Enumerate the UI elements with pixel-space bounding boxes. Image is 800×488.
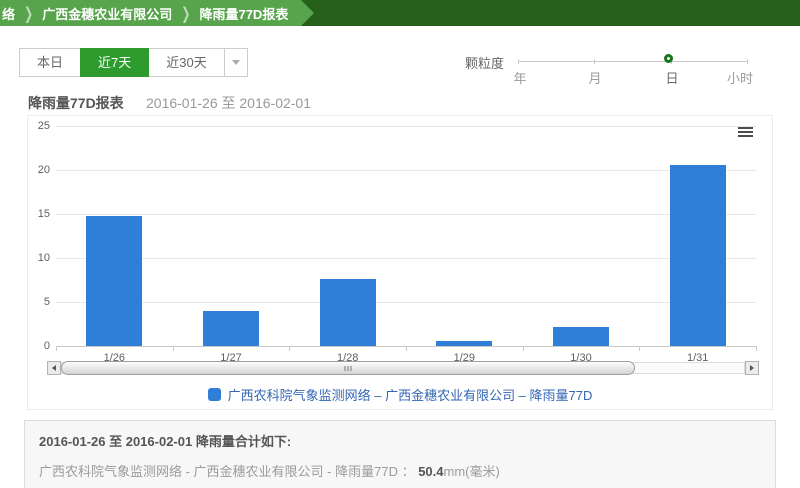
granularity-slider-handle[interactable] [664,54,673,63]
breadcrumb-bar: 络 ❯ 广西金穗农业有限公司 ❯ 降雨量77D报表 [0,0,800,26]
today-button[interactable]: 本日 [19,48,81,77]
caret-down-icon [232,60,240,65]
period-button-group: 本日 近7天 近30天 [20,48,248,77]
gridline [56,214,756,215]
y-axis-tick-label: 10 [28,252,50,264]
x-axis-tick-label: 1/29 [454,352,475,364]
x-axis-tick-label: 1/28 [337,352,358,364]
y-axis-tick-label: 15 [28,208,50,220]
breadcrumb-item-company[interactable]: 广西金穗农业有限公司 [42,4,172,23]
granularity-slider[interactable] [518,61,748,62]
report-date-range: 2016-01-26 至 2016-02-01 [146,93,311,113]
x-axis-tick [56,346,57,351]
y-axis-tick-label: 25 [28,120,50,132]
legend-label: 广西农科院气象监测网络 – 广西金穗农业有限公司 – 降雨量77D [228,385,593,404]
x-axis-tick-label: 1/31 [687,352,708,364]
chart-bar[interactable] [436,341,492,346]
arrow-right-icon [750,365,754,371]
breadcrumb-item-network[interactable]: 络 [2,4,15,23]
breadcrumb-item-report[interactable]: 降雨量77D报表 [199,4,288,23]
page-title: 降雨量77D报表 [28,93,124,113]
x-axis-tick [406,346,407,351]
scrollbar-left-arrow[interactable] [47,361,61,375]
slider-tick-month [594,59,595,64]
x-axis-tick [639,346,640,351]
last-30-days-button[interactable]: 近30天 [148,48,224,77]
granularity-option-month[interactable]: 月 [588,68,601,87]
chart-bar[interactable] [203,311,259,346]
y-axis-tick-label: 20 [28,164,50,176]
y-axis-tick-label: 5 [28,296,50,308]
chart-legend-item[interactable]: 广西农科院气象监测网络 – 广西金穗农业有限公司 – 降雨量77D [28,385,772,404]
gridline [56,170,756,171]
x-axis-tick [173,346,174,351]
chart-scrollbar [47,361,759,375]
x-axis-tick-label: 1/27 [220,352,241,364]
x-axis-tick [289,346,290,351]
slider-tick-year [518,59,519,64]
granularity-option-hour[interactable]: 小时 [727,68,753,87]
scrollbar-right-arrow[interactable] [745,361,759,375]
breadcrumb-separator-icon: ❯ [24,3,33,23]
y-axis-tick-label: 0 [28,340,50,352]
gridline [56,126,756,127]
summary-heading: 2016-01-26 至 2016-02-01 降雨量合计如下: [39,431,761,450]
granularity-option-day[interactable]: 日 [665,68,678,87]
x-axis-tick [523,346,524,351]
slider-tick-hour [747,59,748,64]
x-axis-tick [756,346,757,351]
summary-total-line: 广西农科院气象监测网络 - 广西金穗农业有限公司 - 降雨量77D ： 50.4… [39,461,761,480]
chart-bar[interactable] [86,216,142,346]
gridline [56,302,756,303]
breadcrumb: 络 ❯ 广西金穗农业有限公司 ❯ 降雨量77D报表 [0,0,314,26]
x-axis-tick-label: 1/26 [104,352,125,364]
period-dropdown-button[interactable] [224,48,248,77]
summary-panel: 2016-01-26 至 2016-02-01 降雨量合计如下: 广西农科院气象… [24,420,776,488]
rainfall-bar-chart: 广西农科院气象监测网络 – 广西金穗农业有限公司 – 降雨量77D 0 5 10 15… [27,115,773,410]
chart-bar[interactable] [320,279,376,346]
summary-total-value: 50.4 [418,464,443,479]
scrollbar-grip-icon [345,366,352,371]
x-axis-tick-label: 1/30 [570,352,591,364]
report-page: 络 ❯ 广西金穗农业有限公司 ❯ 降雨量77D报表 本日 近7天 近30天 颗粒… [0,0,800,488]
last-7-days-button[interactable]: 近7天 [80,48,149,77]
granularity-label: 颗粒度 [465,53,504,72]
granularity-option-year[interactable]: 年 [513,68,526,87]
arrow-left-icon [52,365,56,371]
chart-bar[interactable] [553,327,609,346]
breadcrumb-separator-icon: ❯ [181,3,190,23]
gridline [56,258,756,259]
chart-menu-icon[interactable] [738,127,753,139]
legend-swatch [208,388,221,401]
chart-bar[interactable] [670,165,726,346]
